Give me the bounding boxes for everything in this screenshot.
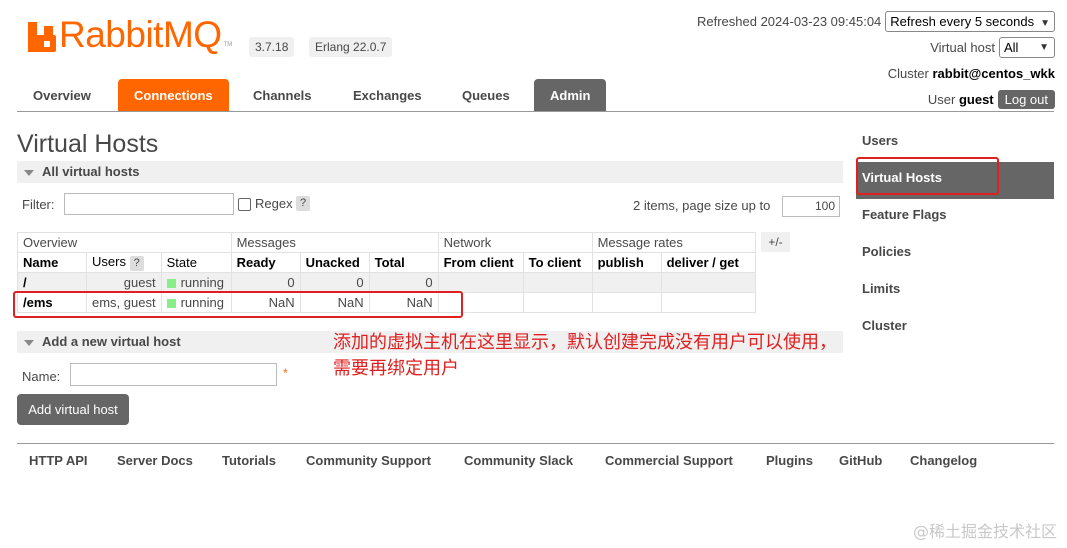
vhost-state: running: [160, 272, 232, 293]
footer-link-github[interactable]: GitHub: [839, 453, 882, 468]
tab-exchanges[interactable]: Exchanges: [337, 79, 438, 111]
regex-help-icon[interactable]: ?: [296, 196, 311, 211]
chevron-down-icon: ▼: [1040, 17, 1050, 29]
messages-unacked: 0: [299, 272, 370, 293]
name-label: Name:: [22, 369, 61, 384]
tab-overview[interactable]: Overview: [17, 79, 107, 111]
col-users[interactable]: Users ?: [86, 252, 162, 273]
group-header-messages: Messages: [230, 232, 439, 253]
filter-label: Filter:: [22, 197, 55, 212]
logo-trademark: TM: [223, 42, 233, 48]
tab-admin[interactable]: Admin: [534, 79, 607, 111]
version-badge: 3.7.18: [249, 37, 295, 57]
rate-deliver-get: [660, 292, 756, 313]
footer-link-community-support[interactable]: Community Support: [306, 453, 431, 468]
required-marker: *: [283, 366, 288, 380]
col-ready[interactable]: Ready: [230, 252, 301, 273]
logo-text: RabbitMQ: [59, 14, 222, 55]
vhost-select[interactable]: All ▼: [999, 36, 1055, 58]
rabbitmq-logo[interactable]: RabbitMQ TM: [28, 14, 233, 55]
add-virtual-host-button[interactable]: Add virtual host: [17, 394, 129, 425]
vhost-name-input[interactable]: [70, 363, 277, 386]
network-to-client: [522, 272, 593, 293]
page-title: Virtual Hosts: [17, 130, 159, 158]
rate-publish: [591, 272, 662, 293]
collapse-triangle-icon: [24, 170, 34, 176]
tab-channels[interactable]: Channels: [237, 79, 328, 111]
annotation-row-highlight: [13, 291, 463, 318]
group-header-overview: Overview: [17, 232, 232, 253]
annotation-text: 添加的虚拟主机在这里显示，默认创建完成没有用户可以使用， 需要再绑定用户: [333, 330, 837, 382]
watermark: @稀土掘金技术社区: [912, 522, 1057, 541]
sidebar-item-limits[interactable]: Limits: [856, 273, 1054, 310]
group-header-message-rates: Message rates: [591, 232, 756, 253]
rate-deliver-get: [660, 272, 756, 293]
regex-checkbox[interactable]: [238, 198, 251, 211]
vhost-users: guest: [86, 272, 162, 293]
refreshed-timestamp: Refreshed 2024-03-23 09:45:04: [696, 13, 882, 29]
footer-link-http-api[interactable]: HTTP API: [29, 453, 88, 468]
col-to-client[interactable]: To client: [522, 252, 593, 273]
column-toggle-button[interactable]: +/-: [761, 232, 790, 252]
annotation-highlight-box: [856, 157, 999, 195]
sidebar-item-feature-flags[interactable]: Feature Flags: [856, 199, 1054, 236]
col-from-client[interactable]: From client: [437, 252, 524, 273]
refresh-interval-select[interactable]: Refresh every 5 seconds ▼: [885, 10, 1055, 32]
page-size-input[interactable]: 100: [782, 196, 840, 217]
footer-link-changelog[interactable]: Changelog: [910, 453, 977, 468]
main-tabs: Overview Connections Channels Exchanges …: [17, 79, 1054, 112]
users-help-icon[interactable]: ?: [129, 256, 144, 271]
messages-ready: 0: [230, 272, 301, 293]
vhost-select-label: Virtual host: [930, 39, 995, 55]
annotation-line-2: 需要再绑定用户: [333, 358, 459, 379]
messages-total: 0: [368, 272, 439, 293]
group-header-network: Network: [437, 232, 593, 253]
regex-label: Regex: [255, 196, 293, 211]
sidebar-item-cluster[interactable]: Cluster: [856, 310, 1054, 347]
annotation-line-1: 添加的虚拟主机在这里显示，默认创建完成没有用户可以使用，: [333, 332, 837, 353]
col-unacked[interactable]: Unacked: [299, 252, 370, 273]
col-state[interactable]: State: [160, 252, 232, 273]
footer-link-tutorials[interactable]: Tutorials: [222, 453, 276, 468]
col-name[interactable]: Name: [17, 252, 87, 273]
network-from-client: [437, 272, 524, 293]
items-count: 2 items, page size up to: [633, 198, 771, 213]
sidebar-item-policies[interactable]: Policies: [856, 236, 1054, 273]
vhost-name-link[interactable]: /: [17, 272, 87, 293]
network-to-client: [522, 292, 593, 313]
filter-input[interactable]: [64, 193, 234, 215]
footer-link-plugins[interactable]: Plugins: [766, 453, 813, 468]
table-row[interactable]: / guest running 0 0 0: [17, 272, 756, 293]
status-running-icon: [166, 279, 176, 288]
rate-publish: [591, 292, 662, 313]
footer-links: HTTP API Server Docs Tutorials Community…: [17, 443, 1054, 468]
rabbitmq-logo-icon: [28, 22, 56, 52]
col-publish[interactable]: publish: [591, 252, 662, 273]
col-total[interactable]: Total: [368, 252, 439, 273]
chevron-down-icon: ▼: [1039, 41, 1049, 53]
tab-queues[interactable]: Queues: [446, 79, 526, 111]
footer-link-commercial-support[interactable]: Commercial Support: [605, 453, 733, 468]
all-vhosts-section-header[interactable]: All virtual hosts: [17, 161, 843, 183]
erlang-version-badge: Erlang 22.0.7: [309, 37, 393, 57]
footer-link-server-docs[interactable]: Server Docs: [117, 453, 193, 468]
col-deliver-get[interactable]: deliver / get: [660, 252, 756, 273]
tab-connections[interactable]: Connections: [118, 79, 229, 111]
footer-link-community-slack[interactable]: Community Slack: [464, 453, 573, 468]
collapse-triangle-icon: [24, 340, 34, 346]
